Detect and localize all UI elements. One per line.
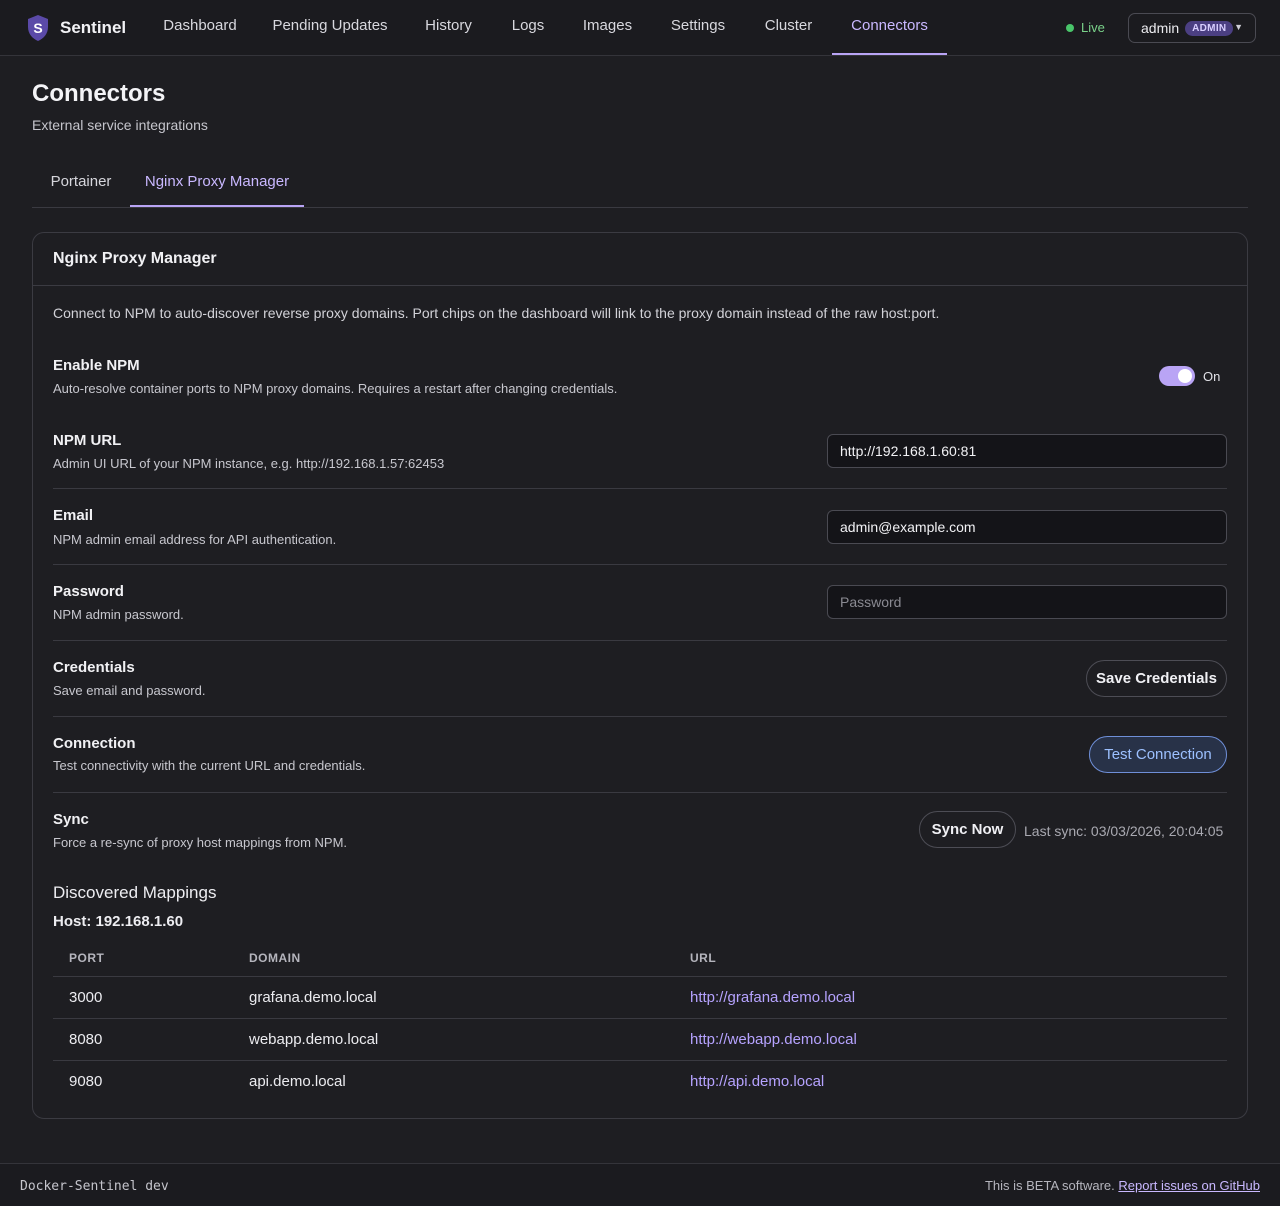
app-name: Sentinel: [60, 18, 127, 37]
row-url-link[interactable]: http://webapp.demo.local: [690, 1031, 857, 1048]
enable-npm-toggle[interactable]: [1159, 366, 1195, 386]
credentials-hint: Save email and password.: [53, 683, 206, 698]
live-dot-icon: [1066, 23, 1074, 32]
row-url-link[interactable]: http://grafana.demo.local: [690, 989, 855, 1006]
enable-npm-row: Enable NPM Auto-resolve container ports …: [53, 357, 1227, 413]
row-domain: webapp.demo.local: [249, 1031, 379, 1048]
beta-text: This is BETA software.: [984, 1178, 1115, 1193]
brand[interactable]: S Sentinel: [26, 14, 126, 42]
row-domain: grafana.demo.local: [249, 989, 377, 1006]
email-input[interactable]: [827, 510, 1227, 544]
email-hint: NPM admin email address for API authenti…: [53, 532, 337, 547]
table-row: 9080 api.demo.local http://api.demo.loca…: [53, 1061, 1227, 1103]
nav-images[interactable]: Images: [569, 0, 646, 55]
password-label: Password: [53, 583, 124, 600]
page-title: Connectors: [32, 80, 166, 107]
nav-history[interactable]: History: [410, 0, 487, 55]
toggle-knob: [1178, 369, 1192, 383]
footer: Docker-Sentinel dev This is BETA softwar…: [0, 1163, 1280, 1206]
sync-label: Sync: [53, 811, 89, 828]
connector-tabs: Portainer Nginx Proxy Manager: [32, 162, 1248, 208]
caret-down-icon: ▼: [1234, 22, 1243, 32]
column-port: PORT: [69, 951, 105, 965]
nav-settings[interactable]: Settings: [656, 0, 740, 55]
table-row: 8080 webapp.demo.local http://webapp.dem…: [53, 1019, 1227, 1061]
npm-card: Nginx Proxy Manager Connect to NPM to au…: [32, 232, 1248, 1119]
npm-url-hint: Admin UI URL of your NPM instance, e.g. …: [53, 456, 445, 471]
connection-hint: Test connectivity with the current URL a…: [53, 758, 366, 773]
password-input[interactable]: [827, 585, 1227, 619]
discovered-mappings-title: Discovered Mappings: [53, 883, 217, 902]
row-port: 3000: [69, 989, 103, 1006]
table-header: PORT DOMAIN URL: [53, 937, 1227, 977]
row-domain: api.demo.local: [249, 1073, 346, 1090]
nav-pending-updates[interactable]: Pending Updates: [260, 0, 400, 55]
enable-npm-state: On: [1203, 369, 1221, 384]
email-label: Email: [53, 507, 94, 524]
credentials-row: Credentials Save email and password. Sav…: [53, 641, 1227, 717]
test-connection-button[interactable]: Test Connection: [1089, 736, 1227, 773]
mapping-host: Host: 192.168.1.60: [53, 913, 184, 930]
sync-now-button[interactable]: Sync Now: [919, 811, 1016, 848]
username: admin: [1141, 20, 1180, 36]
nav-logs[interactable]: Logs: [497, 0, 559, 55]
report-issues-link[interactable]: Report issues on GitHub: [1118, 1178, 1260, 1193]
last-sync-timestamp: Last sync: 03/03/2026, 20:04:05: [1024, 823, 1224, 839]
connection-label: Connection: [53, 735, 136, 752]
table-row: 3000 grafana.demo.local http://grafana.d…: [53, 977, 1227, 1019]
live-status-label: Live: [1081, 20, 1105, 35]
footer-version: Docker-Sentinel dev: [20, 1179, 169, 1194]
credentials-label: Credentials: [53, 659, 135, 676]
page-subtitle: External service integrations: [32, 117, 208, 133]
card-header: Nginx Proxy Manager: [33, 233, 1247, 286]
nav-connectors[interactable]: Connectors: [832, 0, 947, 55]
npm-url-row: NPM URL Admin UI URL of your NPM instanc…: [53, 432, 1227, 489]
sync-row: Sync Force a re-sync of proxy host mappi…: [53, 811, 1227, 867]
save-credentials-button[interactable]: Save Credentials: [1086, 660, 1227, 697]
npm-url-input[interactable]: [827, 434, 1227, 468]
live-status: Live: [1066, 20, 1105, 35]
column-url: URL: [690, 951, 717, 965]
tab-nginx-proxy-manager[interactable]: Nginx Proxy Manager: [130, 162, 304, 207]
row-port: 8080: [69, 1031, 103, 1048]
email-row: Email NPM admin email address for API au…: [53, 489, 1227, 565]
sync-hint: Force a re-sync of proxy host mappings f…: [53, 835, 348, 850]
card-title: Nginx Proxy Manager: [53, 250, 217, 267]
role-badge: ADMIN: [1185, 20, 1234, 36]
row-url-link[interactable]: http://api.demo.local: [690, 1073, 824, 1090]
svg-text:S: S: [33, 20, 42, 36]
enable-npm-hint: Auto-resolve container ports to NPM prox…: [53, 381, 618, 396]
user-menu-button[interactable]: admin ADMIN ▼: [1128, 13, 1256, 43]
tab-portainer[interactable]: Portainer: [32, 162, 130, 207]
password-row: Password NPM admin password.: [53, 565, 1227, 641]
nav-cluster[interactable]: Cluster: [750, 0, 827, 55]
column-domain: DOMAIN: [249, 951, 301, 965]
nav-dashboard[interactable]: Dashboard: [150, 0, 250, 55]
row-port: 9080: [69, 1073, 103, 1090]
enable-npm-label: Enable NPM: [53, 357, 140, 374]
connection-row: Connection Test connectivity with the cu…: [53, 717, 1227, 793]
footer-beta-notice: This is BETA software. Report issues on …: [985, 1178, 1260, 1193]
shield-icon: S: [28, 15, 48, 41]
top-nav: S Sentinel Dashboard Pending Updates His…: [0, 0, 1280, 56]
npm-url-label: NPM URL: [53, 432, 122, 449]
password-hint: NPM admin password.: [53, 607, 184, 622]
card-description: Connect to NPM to auto-discover reverse …: [53, 305, 940, 321]
